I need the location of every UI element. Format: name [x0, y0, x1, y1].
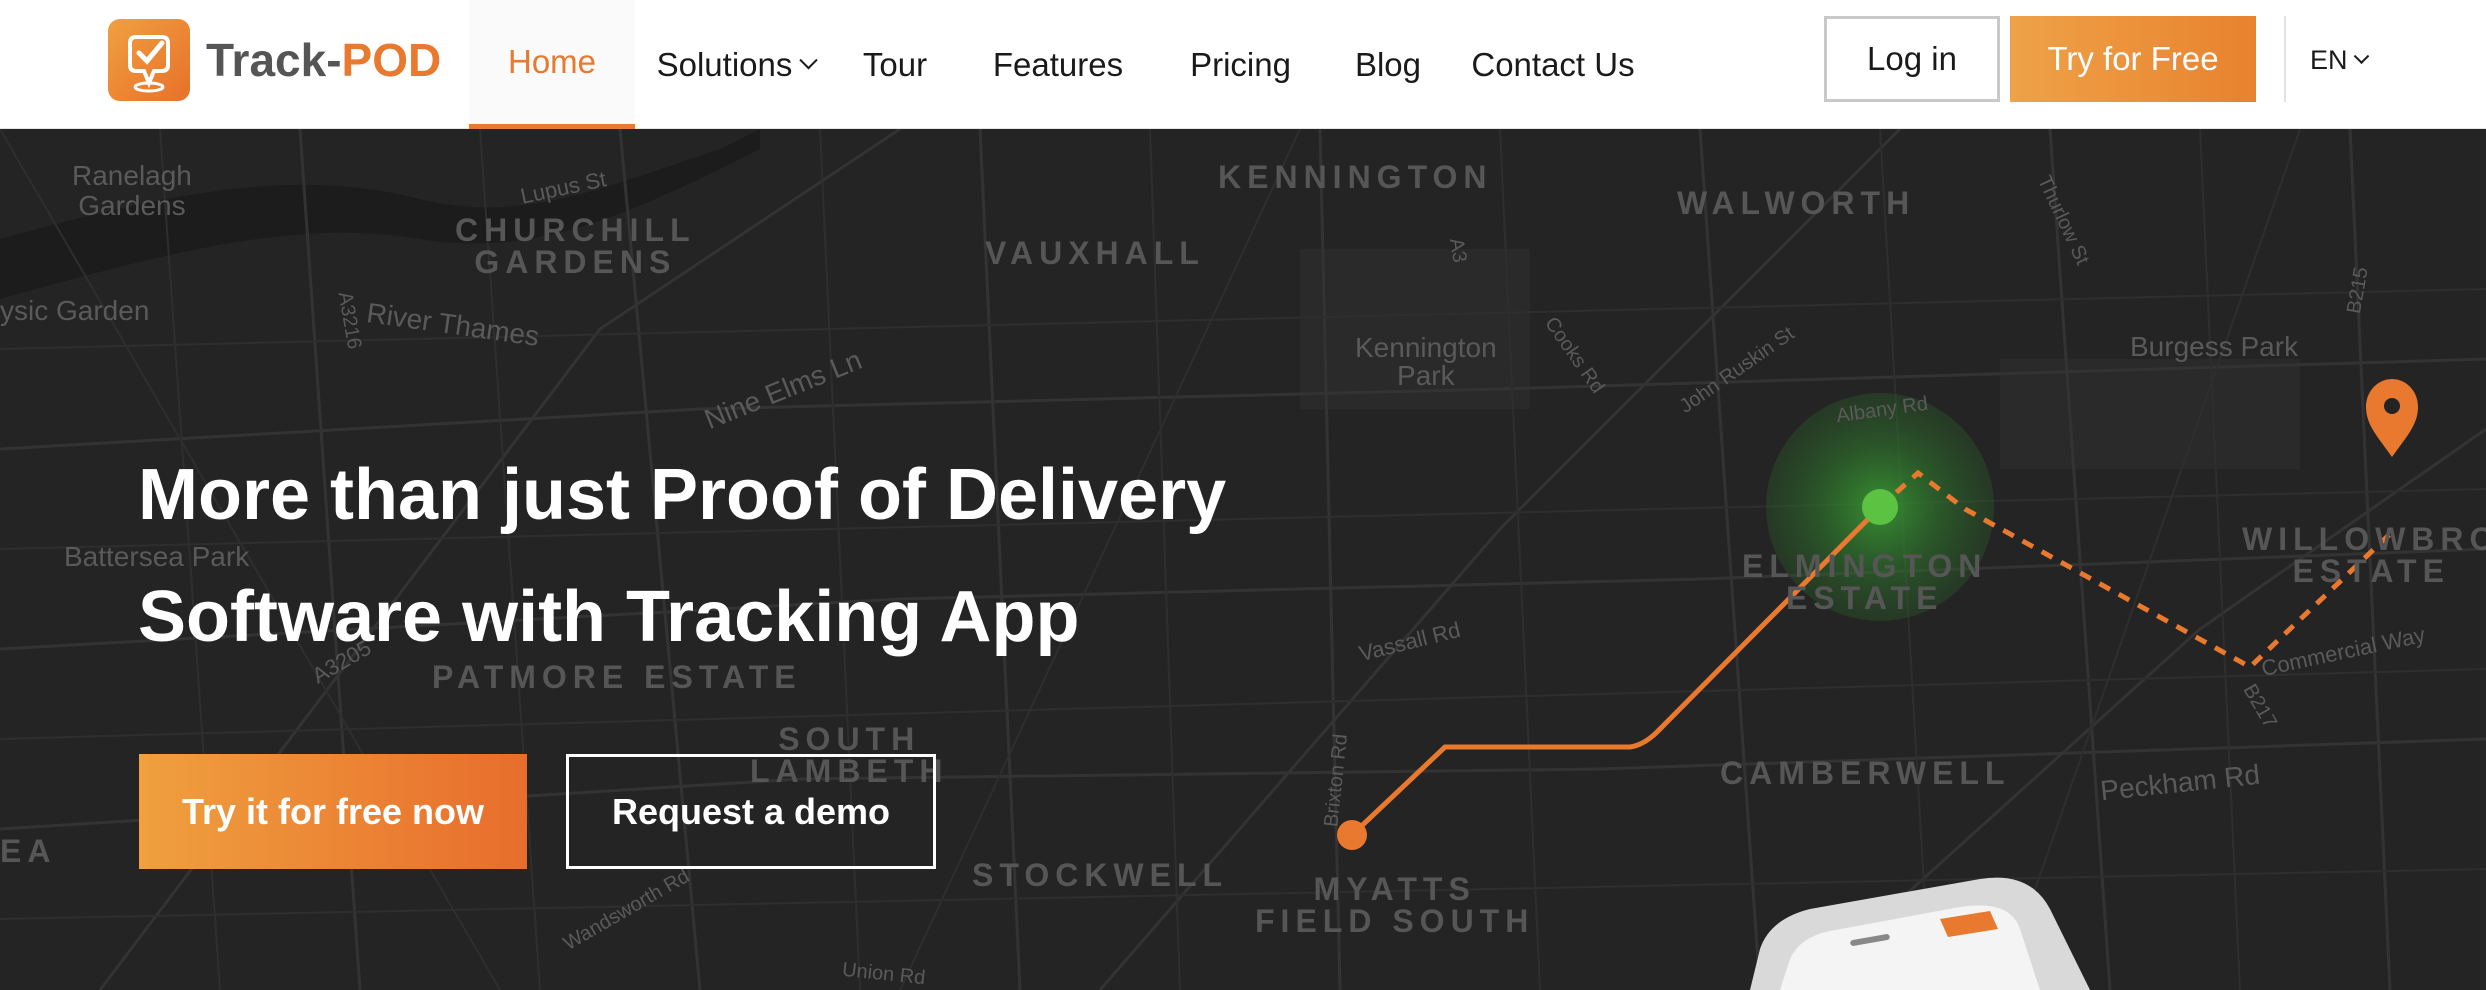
hero-headline-line2: Software with Tracking App — [138, 577, 1080, 657]
map-label: CHURCHILL GARDENS — [455, 212, 696, 280]
nav-contact[interactable]: Contact Us — [1458, 0, 1648, 129]
logo-text: Track-POD — [206, 33, 441, 87]
logo-text-part1: Track- — [206, 34, 342, 86]
map-label: EA — [0, 833, 57, 869]
map-label: STOCKWELL — [972, 857, 1229, 893]
request-demo-button[interactable]: Request a demo — [566, 754, 936, 869]
chevron-down-icon — [799, 51, 819, 70]
map-label: VAUXHALL — [985, 235, 1205, 271]
language-label: EN — [2310, 44, 2348, 75]
header-divider — [2284, 16, 2286, 102]
map-label: WALWORTH — [1677, 185, 1916, 221]
language-selector[interactable]: EN — [2310, 40, 2369, 80]
try-free-button[interactable]: Try for Free — [2010, 16, 2256, 102]
map-label: Kennington Park — [1355, 332, 1497, 391]
nav-pricing[interactable]: Pricing — [1163, 0, 1318, 129]
map-label: KENNINGTON — [1218, 159, 1493, 195]
map-label: MYATTS FIELD SOUTH — [1255, 871, 1535, 939]
logo-icon — [108, 19, 190, 101]
nav-tour[interactable]: Tour — [837, 0, 953, 129]
logo-text-part2: POD — [341, 34, 442, 86]
site-header: Track-POD Home Solutions Tour Features P… — [0, 0, 2486, 129]
map-label: ELMINGTON ESTATE — [1742, 548, 1988, 616]
map-label: Ranelagh Gardens — [72, 160, 192, 221]
logo[interactable]: Track-POD — [108, 19, 441, 101]
nav-solutions-label: Solutions — [656, 45, 793, 83]
map-label: WILLOWBRO ESTATE — [2242, 521, 2486, 589]
nav-home[interactable]: Home — [469, 0, 635, 129]
destination-pin-icon — [2366, 379, 2418, 457]
hero-headline-line1: More than just Proof of Delivery — [138, 455, 1227, 535]
map-label: Burgess Park — [2130, 331, 2299, 362]
map-label: ysic Garden — [0, 295, 150, 326]
main-nav: Home Solutions Tour Features Pricing Blo… — [469, 0, 1648, 129]
chevron-down-icon — [2353, 47, 2369, 64]
hero-section: Ranelagh Gardens CHURCHILL GARDENS VAUXH… — [0, 129, 2486, 990]
phone-mockup — [1750, 877, 2090, 990]
nav-blog[interactable]: Blog — [1318, 0, 1458, 129]
nav-solutions[interactable]: Solutions — [635, 0, 837, 129]
hero-headline: More than just Proof of Delivery Softwar… — [138, 434, 1338, 678]
map-label: A3 — [1444, 236, 1471, 265]
nav-features[interactable]: Features — [953, 0, 1163, 129]
map-label: CAMBERWELL — [1720, 755, 2011, 791]
try-free-now-button[interactable]: Try it for free now — [139, 754, 527, 869]
login-button[interactable]: Log in — [1824, 16, 2000, 102]
